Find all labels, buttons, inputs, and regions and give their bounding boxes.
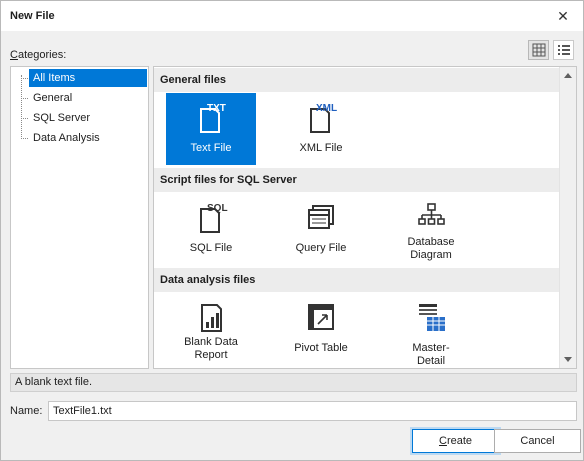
tile-query-file[interactable]: Query File <box>276 193 366 265</box>
category-tree[interactable]: All Items General SQL Server Data Analys… <box>10 66 149 369</box>
vertical-scrollbar[interactable] <box>559 67 576 368</box>
list-view-button[interactable] <box>553 40 574 60</box>
database-diagram-icon <box>418 203 445 225</box>
categories-label-mnemonic: C <box>10 49 18 61</box>
sql-icon-text: SQL <box>207 203 228 214</box>
tree-item-data-analysis[interactable]: Data Analysis <box>21 129 104 147</box>
new-file-dialog: New File ✕ Categories: All Items General… <box>0 0 584 461</box>
txt-icon-text: TXT <box>207 103 226 114</box>
tree-item-label: All Items <box>29 69 147 87</box>
tile-label: Blank Data Report <box>184 336 238 361</box>
text-file-icon: TXT <box>200 103 226 133</box>
large-icons-view-button[interactable] <box>528 40 549 60</box>
tile-pivot-table[interactable]: Pivot Table <box>276 293 366 365</box>
scroll-up-icon[interactable] <box>564 73 572 78</box>
tile-blank-data-report[interactable]: Blank Data Report <box>166 293 256 365</box>
large-icons-icon <box>532 43 546 57</box>
tree-item-sql-server[interactable]: SQL Server <box>21 109 94 127</box>
pivot-table-icon <box>308 304 334 330</box>
tile-label: Database Diagram <box>407 236 455 261</box>
tree-item-label: SQL Server <box>33 112 91 124</box>
data-report-icon <box>201 304 222 332</box>
tree-item-label: General <box>33 92 73 104</box>
scroll-down-icon[interactable] <box>564 357 572 362</box>
name-label: Name: <box>10 405 43 417</box>
create-button-label: reate <box>446 435 473 447</box>
tile-database-diagram[interactable]: Database Diagram <box>386 193 476 265</box>
description-bar: A blank text file. <box>10 373 577 392</box>
query-file-icon <box>308 205 334 229</box>
sql-file-icon: SQL <box>200 203 228 233</box>
master-detail-icon <box>419 304 445 331</box>
tree-item-label: Data Analysis <box>33 132 100 144</box>
xml-file-icon: XML <box>310 103 337 133</box>
tree-item-general[interactable]: General <box>21 89 76 107</box>
dialog-title: New File <box>10 10 55 22</box>
create-button[interactable]: Create <box>412 429 499 453</box>
list-view-icon <box>558 45 570 55</box>
tile-label: SQL File <box>189 242 233 254</box>
tile-master-detail[interactable]: Master-Detail <box>386 293 476 367</box>
categories-label-rest: ategories: <box>17 49 67 61</box>
file-templates-panel: General files TXT Text File XML XML File… <box>153 66 577 369</box>
group-header-data-analysis: Data analysis files <box>154 268 560 292</box>
close-icon[interactable]: ✕ <box>553 6 573 26</box>
group-header-general: General files <box>154 68 560 92</box>
tile-label: XML File <box>299 142 343 154</box>
tile-xml-file[interactable]: XML XML File <box>276 93 366 165</box>
categories-label: Categories: <box>10 49 66 61</box>
name-input[interactable] <box>48 401 577 421</box>
xml-icon-text: XML <box>316 103 337 114</box>
title-bar: New File ✕ <box>1 1 583 31</box>
group-header-script-files: Script files for SQL Server <box>154 168 560 192</box>
tile-text-file[interactable]: TXT Text File <box>166 93 256 165</box>
tile-label: Text File <box>190 142 232 154</box>
create-button-mnemonic: C <box>438 435 447 447</box>
tile-label: Pivot Table <box>294 342 348 354</box>
tree-item-all-items[interactable]: All Items <box>21 69 147 87</box>
tile-sql-file[interactable]: SQL SQL File <box>166 193 256 265</box>
tile-label: Query File <box>295 242 347 254</box>
tile-label: Master-Detail <box>412 342 450 367</box>
cancel-button[interactable]: Cancel <box>494 429 581 453</box>
